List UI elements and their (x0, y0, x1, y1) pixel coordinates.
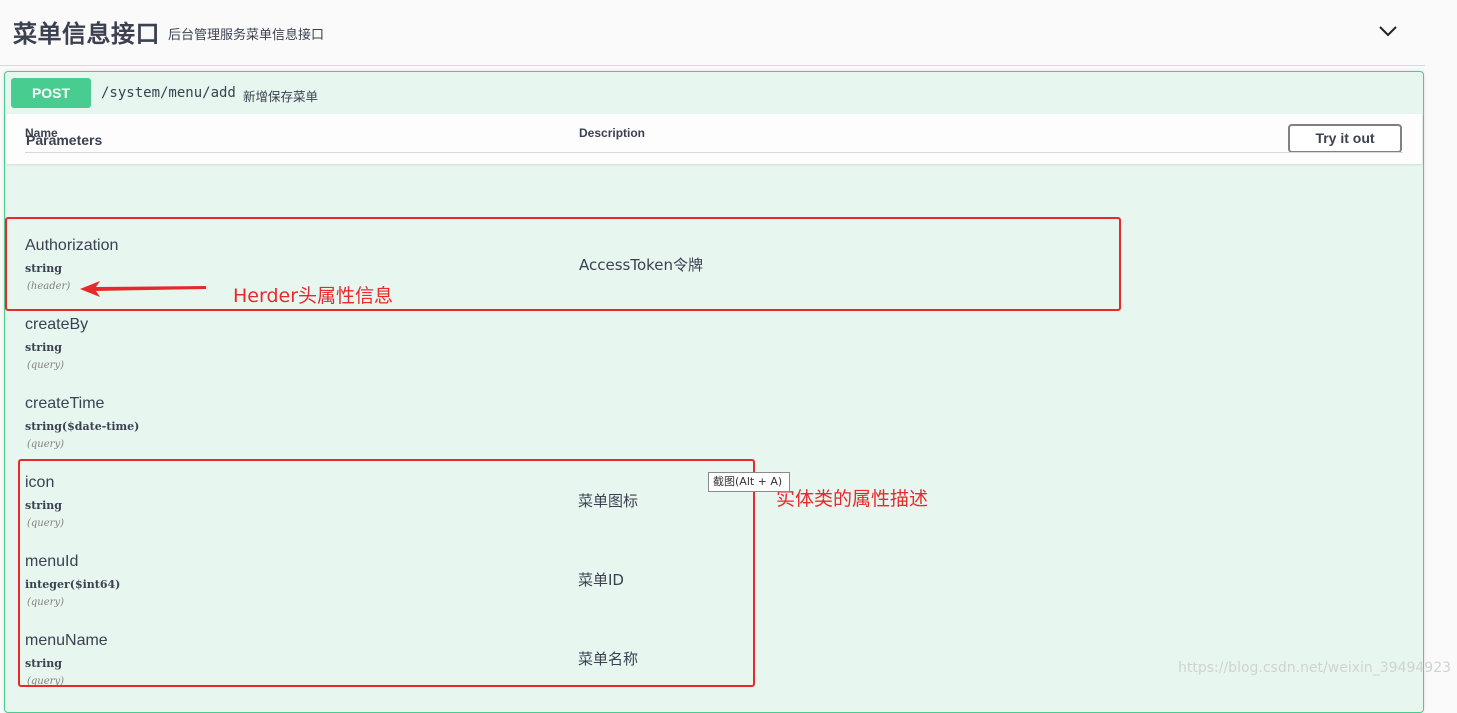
column-header-description: Description (579, 126, 646, 140)
watermark: https://blog.csdn.net/weixin_39494923 (1178, 660, 1452, 676)
entity-annotation: 实体类的属性描述 (776, 488, 929, 510)
column-header-name: Name (25, 126, 58, 140)
arrow-left-icon (80, 281, 206, 297)
param-in: (query) (27, 360, 64, 371)
tag-title: 菜单信息接口 (13, 20, 160, 48)
param-type: string (25, 341, 62, 354)
method-badge: POST (11, 78, 91, 108)
tag-description: 后台管理服务菜单信息接口 (168, 28, 325, 43)
param-name: createTime (25, 395, 105, 412)
header-divider (25, 152, 1403, 153)
tag-header[interactable]: 菜单信息接口 后台管理服务菜单信息接口 (0, 0, 1425, 66)
operation-summary-text: 新增保存菜单 (243, 89, 319, 104)
entity-highlight-box (18, 459, 755, 687)
screenshot-tooltip: 截图(Alt + A) (708, 472, 790, 492)
chevron-down-icon[interactable] (1377, 22, 1399, 40)
param-in: (query) (27, 439, 64, 450)
parameters-header: Parameters Try it out (6, 114, 1422, 164)
header-annotation: Herder头属性信息 (233, 285, 394, 307)
operation-summary[interactable]: POST /system/menu/add 新增保存菜单 (5, 72, 1423, 114)
try-it-out-button[interactable]: Try it out (1288, 124, 1402, 153)
operation-path: /system/menu/add (101, 85, 236, 101)
param-name: createBy (25, 316, 89, 333)
param-type: string($date-time) (25, 420, 140, 433)
